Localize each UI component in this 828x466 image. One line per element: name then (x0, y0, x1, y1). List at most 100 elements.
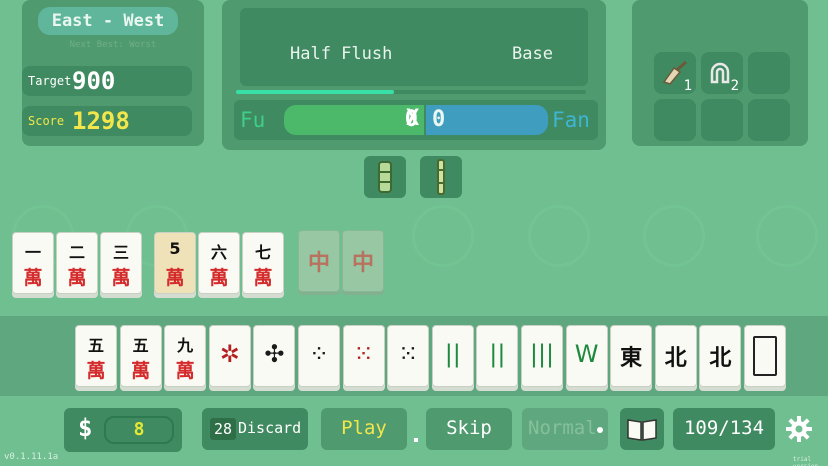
dots-icon: ⁙ (353, 340, 374, 368)
skip-label: Skip (446, 417, 492, 439)
score-row: Score 1298 (22, 106, 192, 136)
tool-button-tube[interactable] (364, 156, 406, 198)
tile-honor: 北 (664, 346, 687, 371)
round-next-label: Next Best: Worst (69, 40, 157, 50)
tile-honor: 中 (307, 251, 330, 276)
background-medallion (412, 205, 474, 267)
tile-suit: 萬 (23, 267, 43, 289)
settings-button[interactable] (784, 414, 814, 444)
tile-numeral: 七 (254, 243, 271, 262)
mode-label: Normal (528, 417, 597, 439)
item-slot-empty[interactable] (654, 99, 696, 141)
tile-numeral: 六 (210, 243, 227, 262)
played-tile[interactable]: 5萬 (154, 232, 196, 294)
background-medallion (528, 205, 590, 267)
played-tile[interactable]: 三萬 (100, 232, 142, 294)
item-count: 2 (730, 78, 739, 94)
tile-suit: 萬 (165, 267, 185, 289)
tile-numeral: 一 (24, 243, 41, 262)
tile-numeral: 三 (112, 243, 129, 262)
item-slot-broom[interactable]: 1 (654, 52, 696, 94)
hand-tile[interactable]: 五萬 (75, 325, 117, 387)
tile-numeral: 五 (87, 336, 104, 355)
hand-tile[interactable]: || (431, 325, 474, 387)
hand-tile[interactable]: ⁙ (342, 325, 385, 387)
money-display: $ 8 (64, 408, 182, 452)
ghost-tile[interactable]: 中 (342, 230, 384, 292)
play-label: Play (341, 417, 387, 439)
round-wind-label: East - West (38, 7, 178, 35)
rulebook-button[interactable] (620, 408, 664, 450)
dots-icon: ⁙ (398, 340, 419, 368)
discard-button[interactable]: 28 Discard (202, 408, 308, 450)
hand-name: Half Flush (290, 44, 393, 64)
fu-value-box: 0 (284, 105, 424, 135)
bamboo-icon: ||| (529, 340, 555, 368)
background-medallion (756, 205, 818, 267)
hand-tile[interactable]: 北 (654, 325, 697, 387)
hand-tile[interactable]: 五萬 (119, 325, 162, 387)
tile-suit: 萬 (111, 267, 131, 289)
hand-tile[interactable]: || (476, 325, 519, 387)
book-icon (627, 419, 657, 441)
wall-count: 109/134 (683, 417, 765, 439)
money-field: 8 (104, 416, 174, 444)
white-dragon-frame (753, 336, 777, 376)
mode-button[interactable]: Normal (522, 408, 608, 450)
target-value: 900 (72, 67, 116, 95)
hand-tile[interactable]: W (565, 325, 608, 387)
item-slot-magnet[interactable]: 2 (701, 52, 743, 94)
base-label: Base (512, 44, 553, 64)
played-tile[interactable]: 六萬 (198, 232, 240, 294)
tile-suit: 萬 (253, 267, 273, 289)
discard-count: 28 (210, 418, 236, 440)
played-tile[interactable]: 一萬 (12, 232, 54, 294)
item-slot-empty[interactable] (701, 99, 743, 141)
hand-tile[interactable]: 東 (610, 325, 653, 387)
watermark: trial version (793, 456, 818, 466)
hand-tile[interactable]: ✣ (253, 325, 296, 387)
item-count: 1 (683, 78, 692, 94)
magnet-icon (707, 60, 733, 91)
item-slot-empty[interactable] (748, 52, 790, 94)
hand-tile[interactable]: 北 (699, 325, 742, 387)
hand-screen: Half Flush Base (240, 8, 588, 86)
skip-button[interactable]: Skip (426, 408, 512, 450)
hand-tile[interactable]: ✲ (208, 325, 251, 387)
play-button[interactable]: Play (321, 408, 407, 450)
dots-icon: ⁘ (308, 340, 330, 368)
tile-honor: 北 (709, 346, 732, 371)
tile-suit: 萬 (67, 267, 87, 289)
fu-label: Fu (240, 108, 266, 132)
hand-tile[interactable]: ⁘ (298, 325, 340, 387)
tile-numeral: 九 (177, 336, 194, 355)
tile-suit: 萬 (175, 360, 195, 382)
discard-label: Discard (238, 419, 302, 437)
fan-label: Fan (552, 108, 590, 132)
tile-suit: 萬 (86, 360, 106, 382)
tile-numeral: 5 (169, 239, 181, 258)
played-tile[interactable]: 七萬 (242, 232, 284, 294)
ghost-tile[interactable]: 中 (298, 230, 340, 292)
bamboo-stick-icon (437, 159, 445, 195)
tile-honor: 東 (620, 346, 643, 371)
round-panel: East - West Next Best: Worst Target 900 … (22, 0, 204, 146)
score-display: Half Flush Base Fu 0 X 0 Fan (222, 0, 606, 150)
bamboo-icon: || (444, 340, 461, 368)
fan-value-box: 0 (426, 105, 548, 135)
dots-icon: ✣ (264, 340, 285, 368)
hand-tile[interactable]: ⁙ (387, 325, 430, 387)
hand-tile[interactable]: ||| (521, 325, 563, 387)
bamboo-tube-icon (378, 161, 392, 193)
hand-tile[interactable] (744, 325, 786, 387)
tool-button-stick[interactable] (420, 156, 462, 198)
score-value: 1298 (72, 107, 130, 135)
fan-value: 0 (432, 107, 446, 132)
item-slot-empty[interactable] (748, 99, 790, 141)
hand-tile[interactable]: 九萬 (164, 325, 207, 387)
played-tile[interactable]: 二萬 (56, 232, 98, 294)
bamboo-icon: || (489, 340, 506, 368)
background-medallion (643, 205, 705, 267)
tile-numeral: 五 (132, 336, 149, 355)
money-value: 8 (133, 419, 145, 440)
